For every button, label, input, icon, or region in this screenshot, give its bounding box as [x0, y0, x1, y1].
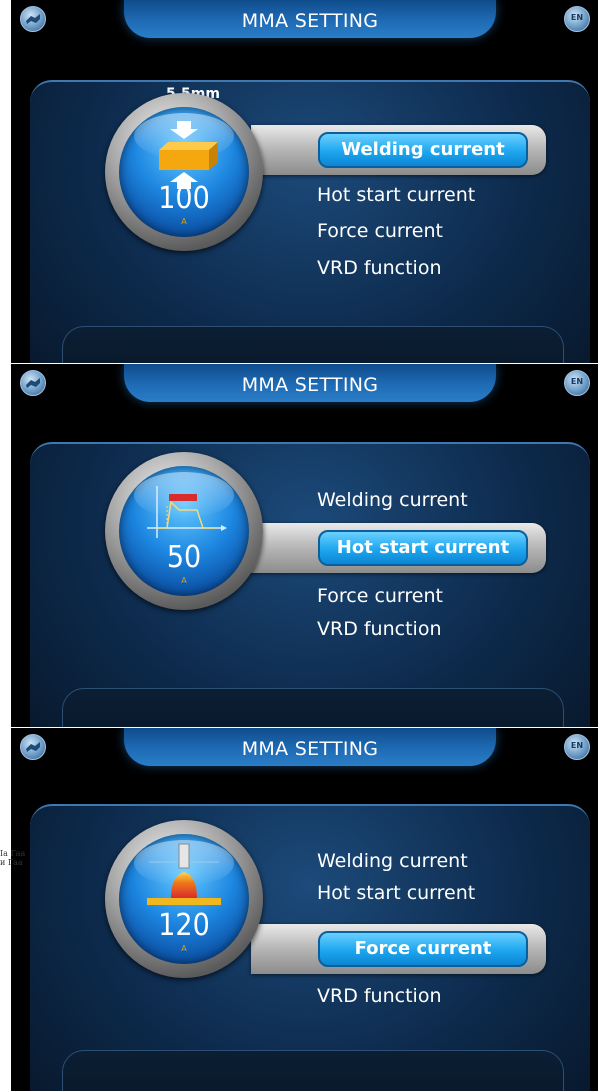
language-label: EN: [570, 377, 584, 386]
value-dial[interactable]: 120 A: [105, 820, 263, 978]
dial-value: 100: [158, 181, 210, 216]
dial-value: 120: [158, 908, 210, 943]
menu-item-force-current[interactable]: Force current: [317, 220, 443, 242]
info-box: [62, 688, 564, 727]
value-dial[interactable]: 100 A: [105, 93, 263, 251]
dial-unit: A: [181, 944, 187, 953]
page-title: MMA SETTING: [241, 738, 379, 760]
menu-item-welding-current[interactable]: Welding current: [317, 489, 468, 511]
menu-item-force-current[interactable]: Force current: [318, 931, 528, 967]
home-icon: [26, 378, 40, 388]
mma-setting-screen-3: MMA SETTING EN 120 A Welding current Hot…: [11, 728, 598, 1091]
language-label: EN: [570, 741, 584, 750]
title-bar: MMA SETTING: [124, 728, 496, 766]
value-dial[interactable]: 50 A: [105, 452, 263, 610]
page-title: MMA SETTING: [241, 10, 379, 32]
stray-text: Ia Гаа и Гаа: [0, 849, 26, 867]
language-button[interactable]: EN: [564, 370, 590, 396]
home-button[interactable]: [20, 734, 46, 760]
home-icon: [26, 14, 40, 24]
settings-panel: [30, 80, 590, 363]
menu-item-welding-current[interactable]: Welding current: [317, 850, 468, 872]
menu-item-hot-start-current[interactable]: Hot start current: [318, 530, 528, 566]
page-title: MMA SETTING: [241, 374, 379, 396]
dial-unit: A: [181, 217, 187, 226]
mma-setting-screen-1: MMA SETTING EN 5.5mm 100 A Welding curre…: [11, 0, 598, 363]
menu-item-vrd-function[interactable]: VRD function: [317, 985, 441, 1007]
home-icon: [26, 742, 40, 752]
menu-item-hot-start-current[interactable]: Hot start current: [317, 882, 475, 904]
language-button[interactable]: EN: [564, 6, 590, 32]
language-label: EN: [570, 13, 584, 22]
menu-item-force-current[interactable]: Force current: [317, 585, 443, 607]
menu-item-vrd-function[interactable]: VRD function: [317, 257, 441, 279]
dial-unit: A: [181, 576, 187, 585]
home-button[interactable]: [20, 6, 46, 32]
menu-item-welding-current[interactable]: Welding current: [318, 132, 528, 168]
info-box: [62, 1050, 564, 1091]
menu-item-vrd-function[interactable]: VRD function: [317, 618, 441, 640]
dial-value: 50: [166, 540, 202, 575]
title-bar: MMA SETTING: [124, 0, 496, 38]
title-bar: MMA SETTING: [124, 364, 496, 402]
info-box: [62, 326, 564, 363]
menu-item-hot-start-current[interactable]: Hot start current: [317, 184, 475, 206]
mma-setting-screen-2: MMA SETTING EN 50 A Welding current Hot …: [11, 364, 598, 727]
language-button[interactable]: EN: [564, 734, 590, 760]
settings-panel: [30, 442, 590, 727]
home-button[interactable]: [20, 370, 46, 396]
